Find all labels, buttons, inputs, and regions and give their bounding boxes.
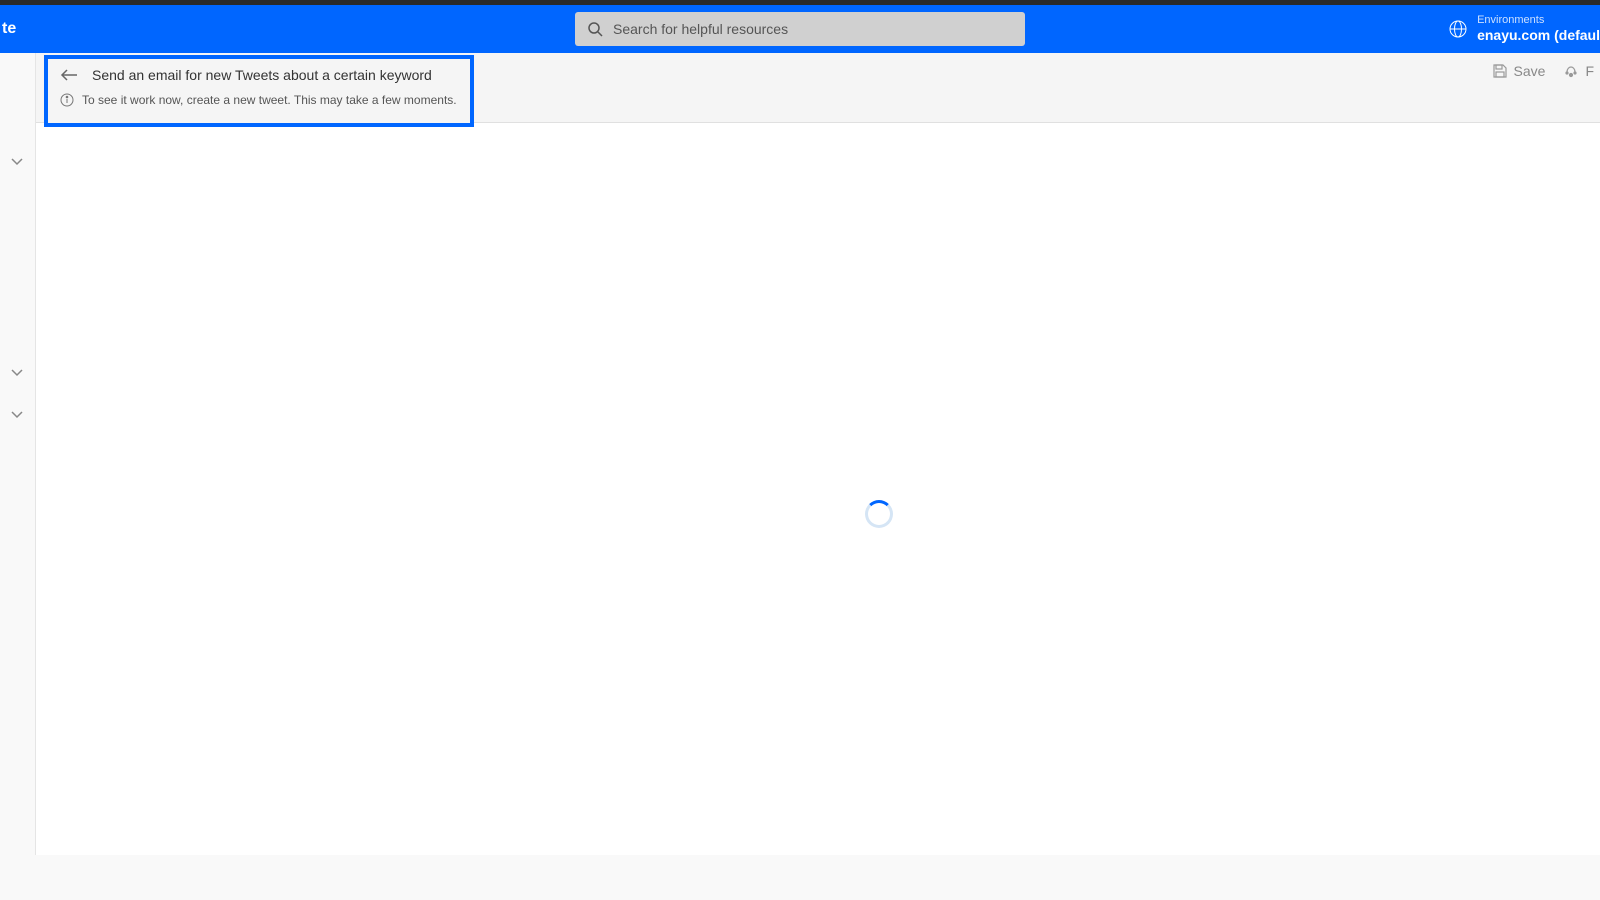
flow-checker-icon <box>1563 63 1579 79</box>
back-arrow-icon[interactable] <box>60 68 78 82</box>
globe-icon <box>1449 20 1467 38</box>
info-text: To see it work now, create a new tweet. … <box>82 93 457 107</box>
save-icon <box>1492 63 1508 79</box>
search-input[interactable] <box>613 21 1013 37</box>
chevron-down-icon[interactable] <box>10 367 24 377</box>
spinner-circle <box>865 500 893 528</box>
flow-title[interactable]: Send an email for new Tweets about a cer… <box>92 67 432 83</box>
search-icon <box>587 21 603 37</box>
environment-label: Environments <box>1477 14 1600 27</box>
flow-title-block: Send an email for new Tweets about a cer… <box>44 55 474 127</box>
canvas-area <box>36 123 1600 900</box>
environment-text: Environments enayu.com (defaul <box>1477 14 1600 44</box>
loading-spinner <box>865 500 893 528</box>
save-label: Save <box>1514 63 1546 79</box>
bottom-frame <box>0 855 1600 900</box>
environment-value: enayu.com (defaul <box>1477 27 1600 44</box>
title-row: Send an email for new Tweets about a cer… <box>60 67 458 83</box>
save-button[interactable]: Save <box>1492 63 1546 79</box>
flow-checker-button[interactable]: F <box>1563 63 1594 79</box>
flow-checker-label: F <box>1585 63 1594 79</box>
environment-picker[interactable]: Environments enayu.com (defaul <box>1449 5 1600 53</box>
search-box[interactable] <box>575 12 1025 46</box>
info-icon <box>60 93 74 107</box>
toolbar: Save F <box>1492 53 1600 88</box>
left-rail <box>0 53 36 900</box>
chevron-down-icon[interactable] <box>10 409 24 419</box>
app-header: te Environments enayu.com (defaul <box>0 5 1600 53</box>
app-name-fragment: te <box>0 20 16 38</box>
info-row: To see it work now, create a new tweet. … <box>60 93 458 107</box>
chevron-down-icon[interactable] <box>10 156 24 166</box>
